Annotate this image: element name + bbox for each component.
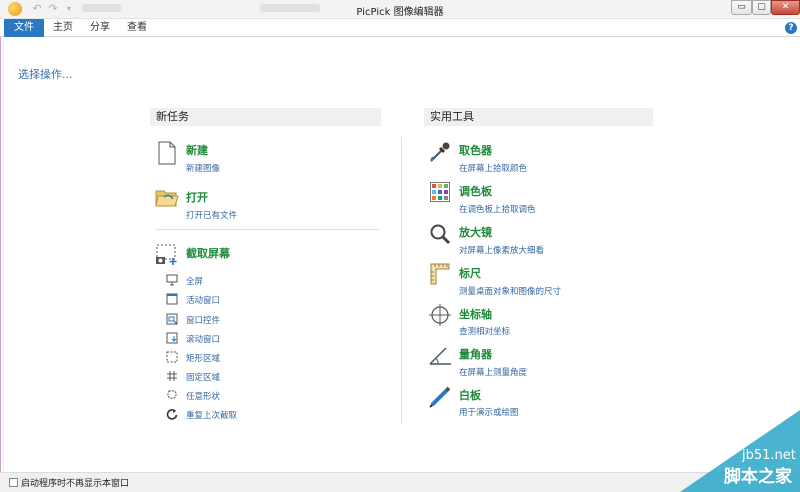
color-picker-title[interactable]: 取色器 [459,142,492,158]
ruler-title[interactable]: 标尺 [459,265,481,281]
repeat-capture-icon[interactable] [166,408,178,420]
left-border-inner [3,37,4,492]
help-icon[interactable]: ? [785,22,797,34]
palette-subtitle: 在调色板上拾取调色 [459,205,536,215]
menu-home[interactable]: 主页 [48,19,78,37]
window-control-icon[interactable] [166,313,178,325]
scrolling-window-icon[interactable] [166,332,178,344]
rectangle-region-icon[interactable] [166,351,178,363]
watermark-line2: 脚本之家 [724,466,792,487]
open-folder-icon[interactable] [155,188,179,208]
whiteboard-subtitle: 用于演示或绘图 [459,408,519,418]
dont-show-checkbox[interactable] [9,478,18,487]
capture-title[interactable]: 截取屏幕 [186,245,230,261]
maximize-button[interactable]: ▢ [752,0,771,15]
crosshair-icon[interactable] [429,304,451,326]
protractor-subtitle: 在屏幕上测量角度 [459,368,528,378]
watermark-logo: jb51.net 脚本之家 [680,410,800,492]
new-subtitle: 新建图像 [186,164,221,174]
capture-fullscreen[interactable]: 全屏 [186,275,203,287]
new-task-header: 新任务 [150,108,381,126]
open-title[interactable]: 打开 [186,189,208,205]
minimize-button[interactable]: ▭ [731,0,752,15]
protractor-title[interactable]: 量角器 [459,346,492,362]
new-title[interactable]: 新建 [186,142,208,158]
left-border [0,37,1,492]
capture-active-window[interactable]: 活动窗口 [186,294,220,306]
capture-window-control[interactable]: 窗口控件 [186,314,220,326]
active-window-icon[interactable] [166,293,178,305]
ruler-icon[interactable] [430,263,450,285]
close-button[interactable]: ✕ [771,0,800,15]
capture-fixed-region[interactable]: 固定区域 [186,371,220,383]
select-operation-label: 选择操作... [18,68,73,81]
eyedropper-icon[interactable] [428,140,452,164]
fullscreen-icon[interactable] [166,274,178,286]
screen-capture-icon[interactable] [155,244,179,266]
magnifier-icon[interactable] [429,223,451,245]
tools-header: 实用工具 [424,108,653,126]
dont-show-label[interactable]: 启动程序时不再显示本窗口 [21,476,129,489]
title-bar: ↶ ↷ ▾ PicPick 图像编辑器 ▭ ▢ ✕ [0,0,800,19]
crosshair-title[interactable]: 坐标轴 [459,306,492,322]
watermark-line1: jb51.net [741,448,796,463]
column-divider [401,137,402,424]
menu-view[interactable]: 查看 [122,19,152,37]
section-divider [155,229,380,230]
menu-share[interactable]: 分享 [84,19,116,37]
menu-bar: 文件 主页 分享 查看 ? [0,19,800,37]
capture-rectangle-region[interactable]: 矩形区域 [186,352,220,364]
new-file-icon[interactable] [157,141,177,165]
capture-scrolling-window[interactable]: 滚动窗口 [186,333,220,345]
fixed-region-icon[interactable] [166,370,178,382]
whiteboard-title[interactable]: 白板 [459,387,481,403]
protractor-icon[interactable] [428,344,452,366]
open-subtitle: 打开已有文件 [186,211,238,221]
whiteboard-pen-icon[interactable] [428,385,452,409]
magnifier-subtitle: 对屏幕上像素放大细看 [459,246,545,256]
window-title: PicPick 图像编辑器 [356,7,444,18]
color-palette-icon[interactable] [430,182,450,202]
freehand-icon[interactable] [166,389,178,401]
menu-file[interactable]: 文件 [4,19,44,37]
capture-freehand[interactable]: 任意形状 [186,390,220,402]
ruler-subtitle: 测量桌面对象和图像的尺寸 [459,287,562,297]
color-picker-subtitle: 在屏幕上拾取颜色 [459,164,528,174]
capture-repeat-last[interactable]: 重复上次截取 [186,409,237,421]
crosshair-subtitle: 查测相对坐标 [459,327,511,337]
palette-title[interactable]: 调色板 [459,183,492,199]
magnifier-title[interactable]: 放大镜 [459,224,492,240]
